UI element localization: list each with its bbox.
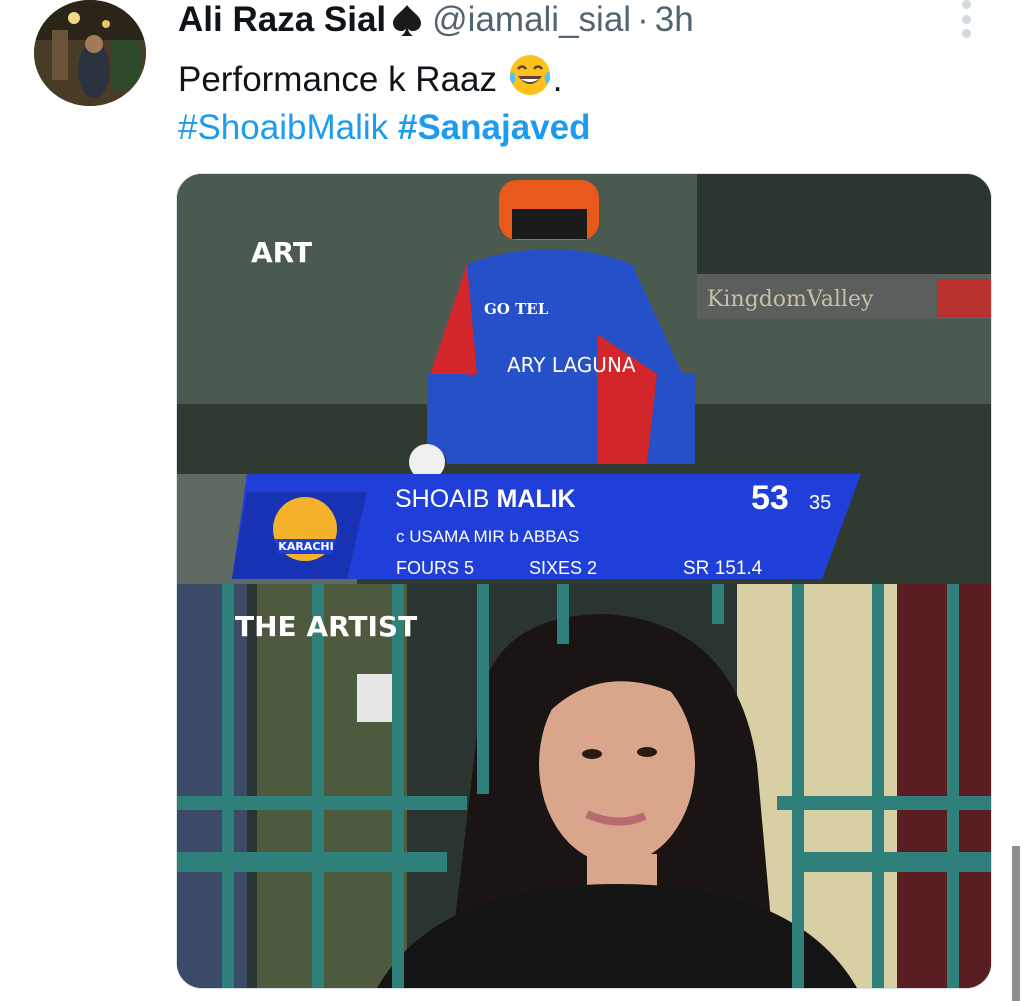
scorebug-player-name: SHOAIB MALIK <box>395 485 576 513</box>
scorebug-runs: 53 <box>751 479 789 517</box>
label-the-artist: THE ARTIST <box>235 610 418 643</box>
jersey-logo-text: ARY LAGUNA <box>507 353 636 377</box>
tweet-media-image[interactable]: KingdomValley GO TEL ARY LAGUNA KARACHI … <box>176 173 992 989</box>
scorebug-sixes: SIXES 2 <box>529 558 598 578</box>
author-name[interactable]: Ali Raza Sial <box>178 0 386 40</box>
scrollbar-thumb[interactable] <box>1012 846 1020 1001</box>
scorebug-fours: FOURS 5 <box>396 558 475 578</box>
label-art: ART <box>251 236 313 269</box>
more-options-icon[interactable] <box>955 0 979 40</box>
face-with-tears-of-joy-emoji <box>509 55 550 95</box>
avatar[interactable] <box>34 0 146 106</box>
tweet-timestamp[interactable]: 3h <box>655 0 694 40</box>
tweet-header: Ali Raza Sial @iamali_sial · 3h <box>178 0 694 40</box>
tweet-text: Performance k Raaz . <box>178 52 563 102</box>
scorebug-strike-rate: SR 151.4 <box>683 558 763 579</box>
tweet-text-body: Performance k Raaz <box>178 60 498 99</box>
bottom-panel-spectator-photo <box>177 584 991 988</box>
hashtag-sanajaved[interactable]: #Sanajaved <box>398 108 591 147</box>
scorebug-balls: 35 <box>809 492 832 514</box>
separator-dot: · <box>637 0 649 39</box>
stadium-board-text: KingdomValley <box>707 287 874 312</box>
hashtag-shoaibmalik[interactable]: #ShoaibMalik <box>178 108 388 147</box>
jersey-sponsor-text: GO TEL <box>484 300 549 318</box>
author-handle[interactable]: @iamali_sial <box>432 0 631 40</box>
team-logo-text: KARACHI <box>278 540 333 553</box>
hashtags: #ShoaibMalik #Sanajaved <box>178 106 590 150</box>
tweet-text-suffix: . <box>552 60 563 99</box>
scorebug-dismissal: c USAMA MIR b ABBAS <box>396 527 580 546</box>
spade-icon <box>393 5 422 36</box>
